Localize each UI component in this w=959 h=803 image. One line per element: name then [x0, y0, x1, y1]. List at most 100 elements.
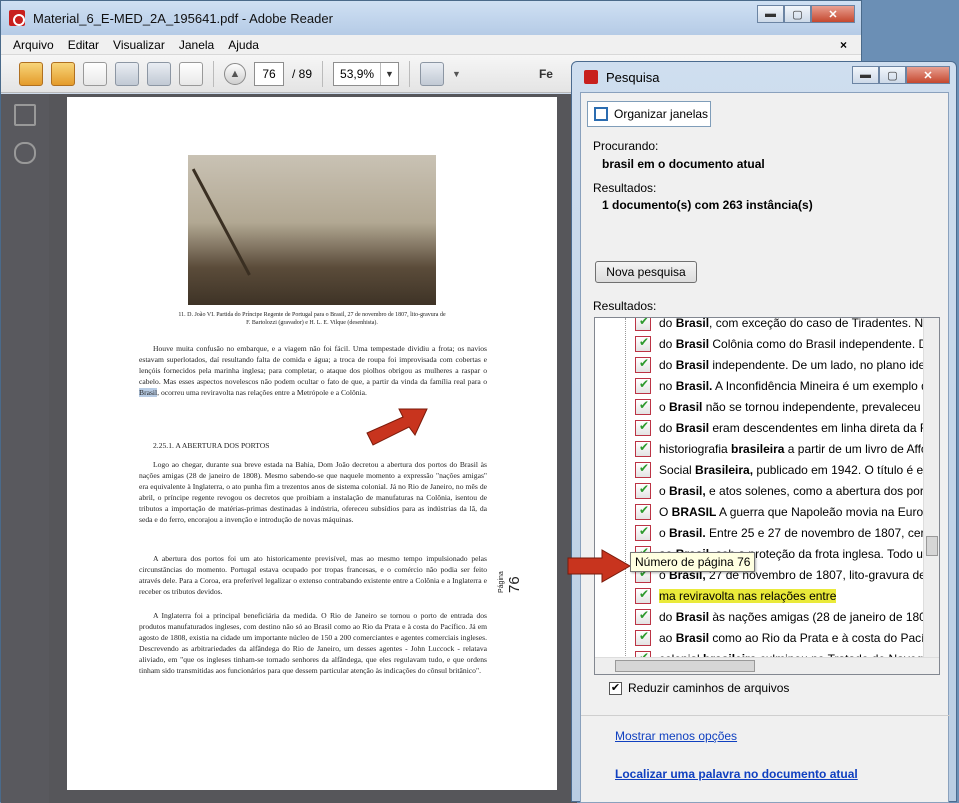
result-item[interactable]: o Brasil não se tornou independente, pre… — [595, 396, 939, 417]
toolbar-more-icon[interactable]: ▼ — [452, 69, 461, 79]
result-icon — [635, 356, 651, 373]
organize-windows-label: Organizar janelas — [614, 107, 709, 121]
menu-arquivo[interactable]: Arquivo — [13, 38, 54, 52]
paragraph-4: A Inglaterra foi a principal beneficiári… — [139, 611, 487, 675]
result-icon — [635, 377, 651, 394]
scroll-thumb[interactable] — [615, 660, 755, 672]
adobe-reader-icon — [584, 70, 598, 84]
navigation-pane — [1, 94, 49, 803]
reduce-paths-checkbox[interactable]: ✔ — [609, 681, 622, 695]
image-caption: 11. D. João VI. Partida do Príncipe Rege… — [178, 312, 446, 326]
document-close-button[interactable]: × — [840, 38, 847, 52]
result-item[interactable]: Social Brasileira, publicado em 1942. O … — [595, 459, 939, 480]
result-icon — [635, 398, 651, 415]
result-icon — [635, 335, 651, 352]
result-item[interactable]: historiografia brasileira a partir de um… — [595, 438, 934, 459]
results-summary-label: Resultados: — [593, 181, 657, 195]
result-icon — [635, 482, 651, 499]
print-icon[interactable] — [147, 61, 171, 86]
organize-windows-button[interactable]: Organizar janelas — [587, 101, 711, 127]
search-highlight: Brasil — [139, 388, 158, 397]
page-number-input[interactable]: 76 — [254, 61, 284, 86]
results-list[interactable]: do Brasil, com exceção do caso de Tirade… — [594, 317, 940, 675]
result-icon — [635, 503, 651, 520]
page-number-tooltip: Número de página 76 — [630, 552, 756, 572]
menu-visualizar[interactable]: Visualizar — [113, 38, 165, 52]
page-number-side: Página 76 — [492, 571, 523, 593]
result-item[interactable]: ao Brasil como ao Rio da Prata e à costa… — [595, 627, 939, 648]
reduce-paths-label: Reduzir caminhos de arquivos — [628, 681, 790, 695]
reduce-paths-option[interactable]: ✔ Reduzir caminhos de arquivos — [609, 681, 789, 695]
section-heading: 2.25.1. A ABERTURA DOS PORTOS — [153, 441, 270, 450]
red-arrow-icon — [567, 549, 632, 583]
result-icon — [635, 629, 651, 646]
toolbar-divider — [409, 60, 411, 87]
window-title: Material_6_E-MED_2A_195641.pdf - Adobe R… — [33, 10, 333, 26]
previous-page-icon[interactable]: ▲ — [224, 62, 246, 85]
historical-engraving-image — [188, 155, 436, 305]
menu-ajuda[interactable]: Ajuda — [228, 38, 259, 52]
result-item[interactable]: o Brasil. Entre 25 e 27 de novembro de 1… — [595, 522, 939, 543]
new-search-button[interactable]: Nova pesquisa — [595, 261, 697, 283]
create-pdf-icon[interactable] — [19, 61, 43, 86]
results-horizontal-scrollbar[interactable] — [595, 657, 939, 674]
results-list-label: Resultados: — [593, 299, 657, 313]
result-item-selected[interactable]: ma reviravolta nas relações entre — [595, 585, 837, 606]
result-item[interactable]: do Brasil às nações amigas (28 de janeir… — [595, 606, 939, 627]
pdf-page: 11. D. João VI. Partida do Príncipe Rege… — [67, 97, 557, 790]
search-close-button[interactable]: ✕ — [906, 66, 950, 84]
paragraph-2: Logo ao chegar, durante sua breve estada… — [139, 460, 487, 524]
close-button[interactable]: ✕ — [811, 5, 855, 23]
search-maximize-button[interactable]: ▢ — [879, 66, 906, 84]
paragraph-1-text: Houve muita confusão no embarque, e a vi… — [139, 344, 487, 386]
search-panel: Organizar janelas Procurando: brasil em … — [580, 92, 950, 803]
window-layout-icon — [594, 107, 608, 121]
sign-icon[interactable] — [83, 61, 107, 86]
result-item[interactable]: do Brasil eram descendentes em linha dir… — [595, 417, 938, 438]
result-item[interactable]: no Brasil. A Inconfidência Mineira é um … — [595, 375, 935, 396]
toolbar-divider — [322, 60, 324, 87]
fullscreen-icon[interactable] — [420, 61, 445, 86]
result-icon — [635, 608, 651, 625]
save-icon[interactable] — [115, 61, 139, 86]
find-word-link[interactable]: Localizar uma palavra no documento atual — [615, 767, 858, 781]
result-item[interactable]: do Brasil independente. De um lado, no p… — [595, 354, 932, 375]
show-less-options-link[interactable]: Mostrar menos opções — [615, 729, 737, 743]
search-minimize-button[interactable]: ▬ — [852, 66, 879, 84]
zoom-select[interactable]: 53,9% ▼ — [333, 61, 400, 86]
share-icon[interactable] — [51, 61, 75, 86]
search-window: Pesquisa ▬ ▢ ✕ Organizar janelas Procura… — [571, 61, 957, 803]
result-icon — [635, 318, 651, 331]
searching-label: Procurando: — [593, 139, 659, 153]
maximize-button[interactable]: ▢ — [784, 5, 811, 23]
red-arrow-icon — [366, 408, 428, 446]
page-total: / 89 — [292, 66, 313, 81]
chevron-down-icon[interactable]: ▼ — [380, 62, 398, 85]
result-item[interactable]: do Brasil Colônia como do Brasil indepen… — [595, 333, 934, 354]
attachments-icon[interactable] — [14, 142, 36, 164]
divider — [581, 715, 950, 716]
find-label[interactable]: Fe — [539, 67, 553, 81]
result-icon — [635, 440, 651, 457]
paragraph-3: A abertura dos portos foi um ato histori… — [139, 554, 487, 596]
result-icon — [635, 419, 651, 436]
menu-bar: Arquivo Editar Visualizar Janela Ajuda × — [1, 35, 861, 55]
menu-janela[interactable]: Janela — [179, 38, 214, 52]
searching-value: brasil em o documento atual — [602, 157, 765, 171]
pages-icon[interactable] — [14, 104, 36, 126]
result-item[interactable]: o Brasil, e atos solenes, como a abertur… — [595, 480, 939, 501]
result-icon — [635, 587, 651, 604]
zoom-value: 53,9% — [340, 66, 375, 81]
scroll-thumb[interactable] — [926, 536, 938, 556]
menu-editar[interactable]: Editar — [68, 38, 99, 52]
adobe-reader-icon — [9, 10, 25, 26]
email-icon[interactable] — [179, 61, 203, 86]
results-summary-value: 1 documento(s) com 263 instância(s) — [602, 198, 813, 212]
toolbar-divider — [213, 60, 214, 87]
result-item[interactable]: do Brasil, com exceção do caso de Tirade… — [595, 318, 939, 333]
title-bar: Material_6_E-MED_2A_195641.pdf - Adobe R… — [1, 1, 861, 35]
result-item[interactable]: O BRASIL A guerra que Napoleão movia na … — [595, 501, 937, 522]
result-icon — [635, 461, 651, 478]
results-vertical-scrollbar[interactable] — [923, 318, 939, 658]
minimize-button[interactable]: ▬ — [757, 5, 784, 23]
